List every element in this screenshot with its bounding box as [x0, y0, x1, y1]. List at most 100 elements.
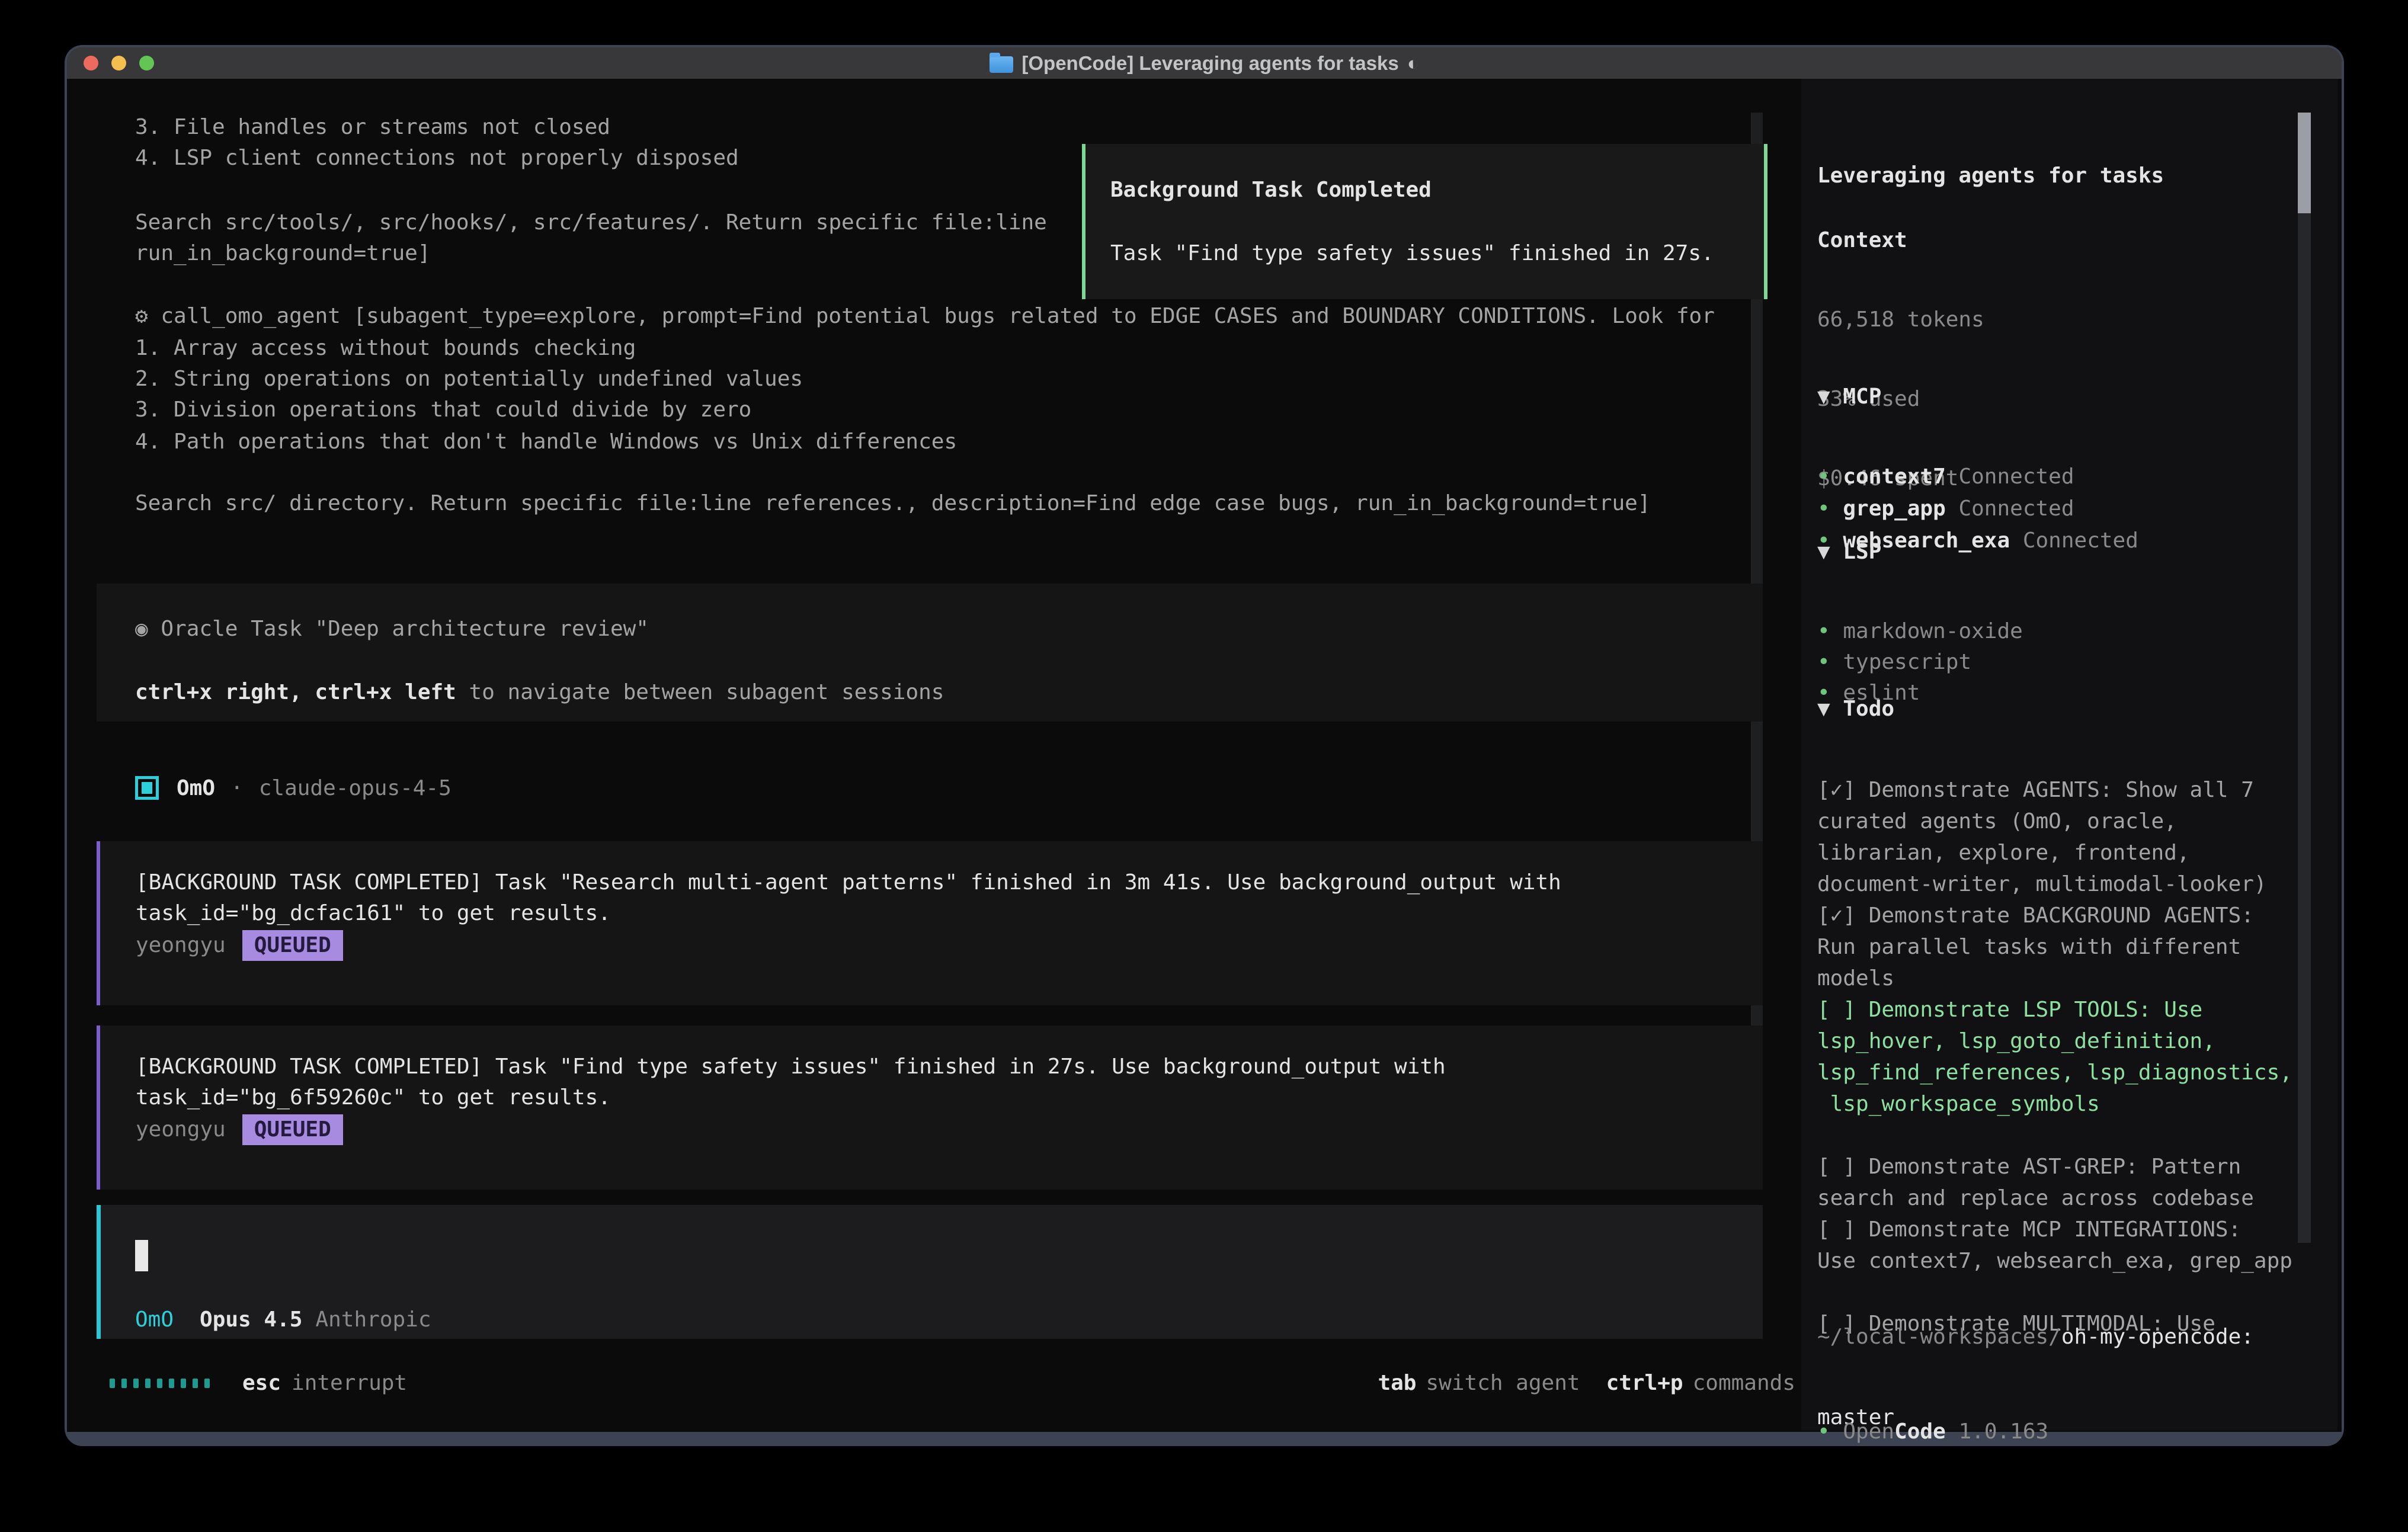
bullet-icon: •	[1817, 619, 1830, 643]
todo-line: models	[1817, 963, 2292, 994]
titlebar: [OpenCode] Leveraging agents for tasks ◐	[67, 47, 2342, 79]
lsp-section-header[interactable]: ▼ LSP	[1817, 537, 2023, 568]
chevron-down-icon: ▼	[1817, 384, 1830, 409]
todo-line: librarian, explore, frontend,	[1817, 837, 2292, 868]
spinner-dot	[193, 1379, 198, 1388]
bullet-icon: •	[1817, 464, 1830, 489]
bullet-icon: •	[1817, 1419, 1830, 1444]
tool-call-text: call_omo_agent [subagent_type=explore, p…	[161, 304, 1715, 328]
statusbar-left: esc interrupt	[242, 1368, 407, 1399]
input-agent-name: OmO	[135, 1305, 174, 1335]
record-icon: ◉	[135, 617, 148, 641]
status-badge: QUEUED	[242, 1114, 343, 1145]
notification-title: Background Task Completed	[1110, 175, 1764, 206]
window-controls	[84, 47, 154, 79]
chevron-down-icon: ▼	[1817, 540, 1830, 564]
working-spinner	[110, 1379, 210, 1388]
oracle-task-panel: ◉ Oracle Task "Deep architecture review"…	[97, 584, 1763, 722]
todo-line: [ ] Demonstrate AST-GREP: Pattern	[1817, 1151, 2292, 1182]
workspace-prefix: ~/local-workspaces/	[1817, 1325, 2061, 1349]
tab-key-hint: tab	[1378, 1368, 1416, 1399]
window-title-group: [OpenCode] Leveraging agents for tasks ◐	[990, 52, 1418, 75]
task-result-line1: [BACKGROUND TASK COMPLETED] Task "Find t…	[136, 1052, 1763, 1082]
input-provider: Anthropic	[315, 1305, 431, 1335]
workspace-repo: oh-my-opencode:	[2061, 1325, 2254, 1349]
terminal-line: run_in_background=true]	[135, 238, 431, 269]
todo-line: curated agents (OmO, oracle,	[1817, 806, 2292, 837]
minimize-button[interactable]	[111, 56, 126, 70]
input-model-name: Opus 4.5	[200, 1305, 302, 1335]
zoom-button[interactable]	[139, 56, 154, 70]
todo-line	[1817, 1120, 2292, 1151]
context-tokens: 66,518 tokens	[1817, 305, 1984, 335]
spinner-dot	[145, 1379, 150, 1388]
task-author: yeongyu	[136, 1114, 226, 1145]
spinner-dot	[169, 1379, 174, 1388]
chevron-down-icon: ▼	[1817, 697, 1830, 721]
agent-name: OmO	[177, 776, 215, 800]
screenshot-stage: [OpenCode] Leveraging agents for tasks ◐…	[0, 0, 2408, 1532]
mcp-section-header[interactable]: ▼ MCP	[1817, 382, 2138, 412]
terminal-line: 3. File handles or streams not closed	[135, 112, 610, 143]
sidebar-scrollbar[interactable]	[2298, 113, 2311, 1243]
tab-key-label: switch agent	[1426, 1368, 1580, 1399]
statusbar-right: tab switch agent ctrl+p commands	[1378, 1368, 1795, 1399]
terminal-line: Search src/ directory. Return specific f…	[135, 488, 1651, 519]
context-heading: Context	[1817, 225, 1984, 256]
spinner-dot	[181, 1379, 186, 1388]
spinner-dot	[121, 1379, 127, 1388]
terminal-line: Search src/tools/, src/hooks/, src/featu…	[135, 207, 1047, 238]
oracle-task-label: ◉ Oracle Task "Deep architecture review"	[135, 614, 1763, 645]
terminal-line: 4. LSP client connections not properly d…	[135, 143, 739, 174]
agent-header: OmO · claude-opus-4-5	[135, 773, 451, 803]
task-result-line2: task_id="bg_6f59260c" to get results.	[136, 1082, 1763, 1113]
ctrlp-key-label: commands	[1693, 1368, 1795, 1399]
subagent-shortcut-hint: ctrl+x right, ctrl+x left to navigate be…	[135, 677, 1763, 708]
notification-body: Task "Find type safety issues" finished …	[1110, 238, 1764, 269]
todo-line: [ ] Demonstrate LSP TOOLS: Use	[1817, 994, 2292, 1025]
version-line: • OpenCode 1.0.163	[1817, 1368, 2048, 1496]
todo-line: search and replace across codebase	[1817, 1182, 2292, 1214]
todo-section-header[interactable]: ▼ Todo	[1817, 694, 2292, 726]
task-result-block: [BACKGROUND TASK COMPLETED] Task "Find t…	[97, 1025, 1763, 1190]
esc-key-hint: esc	[242, 1368, 281, 1399]
task-result-line2: task_id="bg_dcfac161" to get results.	[136, 898, 1763, 929]
window-title: [OpenCode] Leveraging agents for tasks	[1022, 52, 1398, 75]
text-cursor	[135, 1240, 148, 1271]
folder-icon	[990, 56, 1013, 73]
dot-separator: ·	[230, 776, 244, 800]
todo-line: [✓] Demonstrate BACKGROUND AGENTS:	[1817, 900, 2292, 931]
prompt-input[interactable]: OmO Opus 4.5 Anthropic	[97, 1205, 1763, 1339]
background-task-notification: Background Task Completed Task "Find typ…	[1082, 144, 1767, 299]
todo-line: Run parallel tasks with different	[1817, 931, 2292, 963]
task-result-block: [BACKGROUND TASK COMPLETED] Task "Resear…	[97, 841, 1763, 1005]
omo-agent-icon	[135, 776, 159, 800]
todo-line: lsp_workspace_symbols	[1817, 1088, 2292, 1120]
spinner-dot	[157, 1379, 162, 1388]
todo-line: lsp_find_references, lsp_diagnostics,	[1817, 1057, 2292, 1088]
sidebar-scrollbar-thumb[interactable]	[2298, 113, 2311, 213]
terminal-line: 4. Path operations that don't handle Win…	[135, 427, 957, 457]
todo-line: lsp_hover, lsp_goto_definition,	[1817, 1025, 2292, 1057]
terminal-line: 1. Array access without bounds checking	[135, 333, 636, 364]
close-button[interactable]	[84, 56, 98, 70]
half-circle-icon: ◐	[1407, 52, 1419, 75]
spinner-dot	[204, 1379, 210, 1388]
agent-model: claude-opus-4-5	[259, 776, 451, 800]
spinner-dot	[133, 1379, 139, 1388]
terminal-line: 3. Division operations that could divide…	[135, 395, 751, 425]
todo-line: [ ] Demonstrate MCP INTEGRATIONS:	[1817, 1214, 2292, 1245]
task-result-line1: [BACKGROUND TASK COMPLETED] Task "Resear…	[136, 867, 1763, 898]
terminal-line: 2. String operations on potentially unde…	[135, 364, 803, 395]
model-info-row: OmO Opus 4.5 Anthropic	[135, 1305, 431, 1335]
lsp-item: • markdown-oxide	[1817, 616, 2023, 647]
todo-line: document-writer, multimodal-looker)	[1817, 868, 2292, 900]
esc-key-label: interrupt	[292, 1368, 407, 1399]
gear-icon: ⚙	[135, 304, 148, 328]
tool-call-line: ⚙ call_omo_agent [subagent_type=explore,…	[135, 301, 1715, 332]
status-badge: QUEUED	[242, 930, 343, 961]
spinner-dot	[110, 1379, 115, 1388]
todo-line: [✓] Demonstrate AGENTS: Show all 7	[1817, 774, 2292, 806]
task-author: yeongyu	[136, 930, 226, 961]
ctrlp-key-hint: ctrl+p	[1606, 1368, 1683, 1399]
